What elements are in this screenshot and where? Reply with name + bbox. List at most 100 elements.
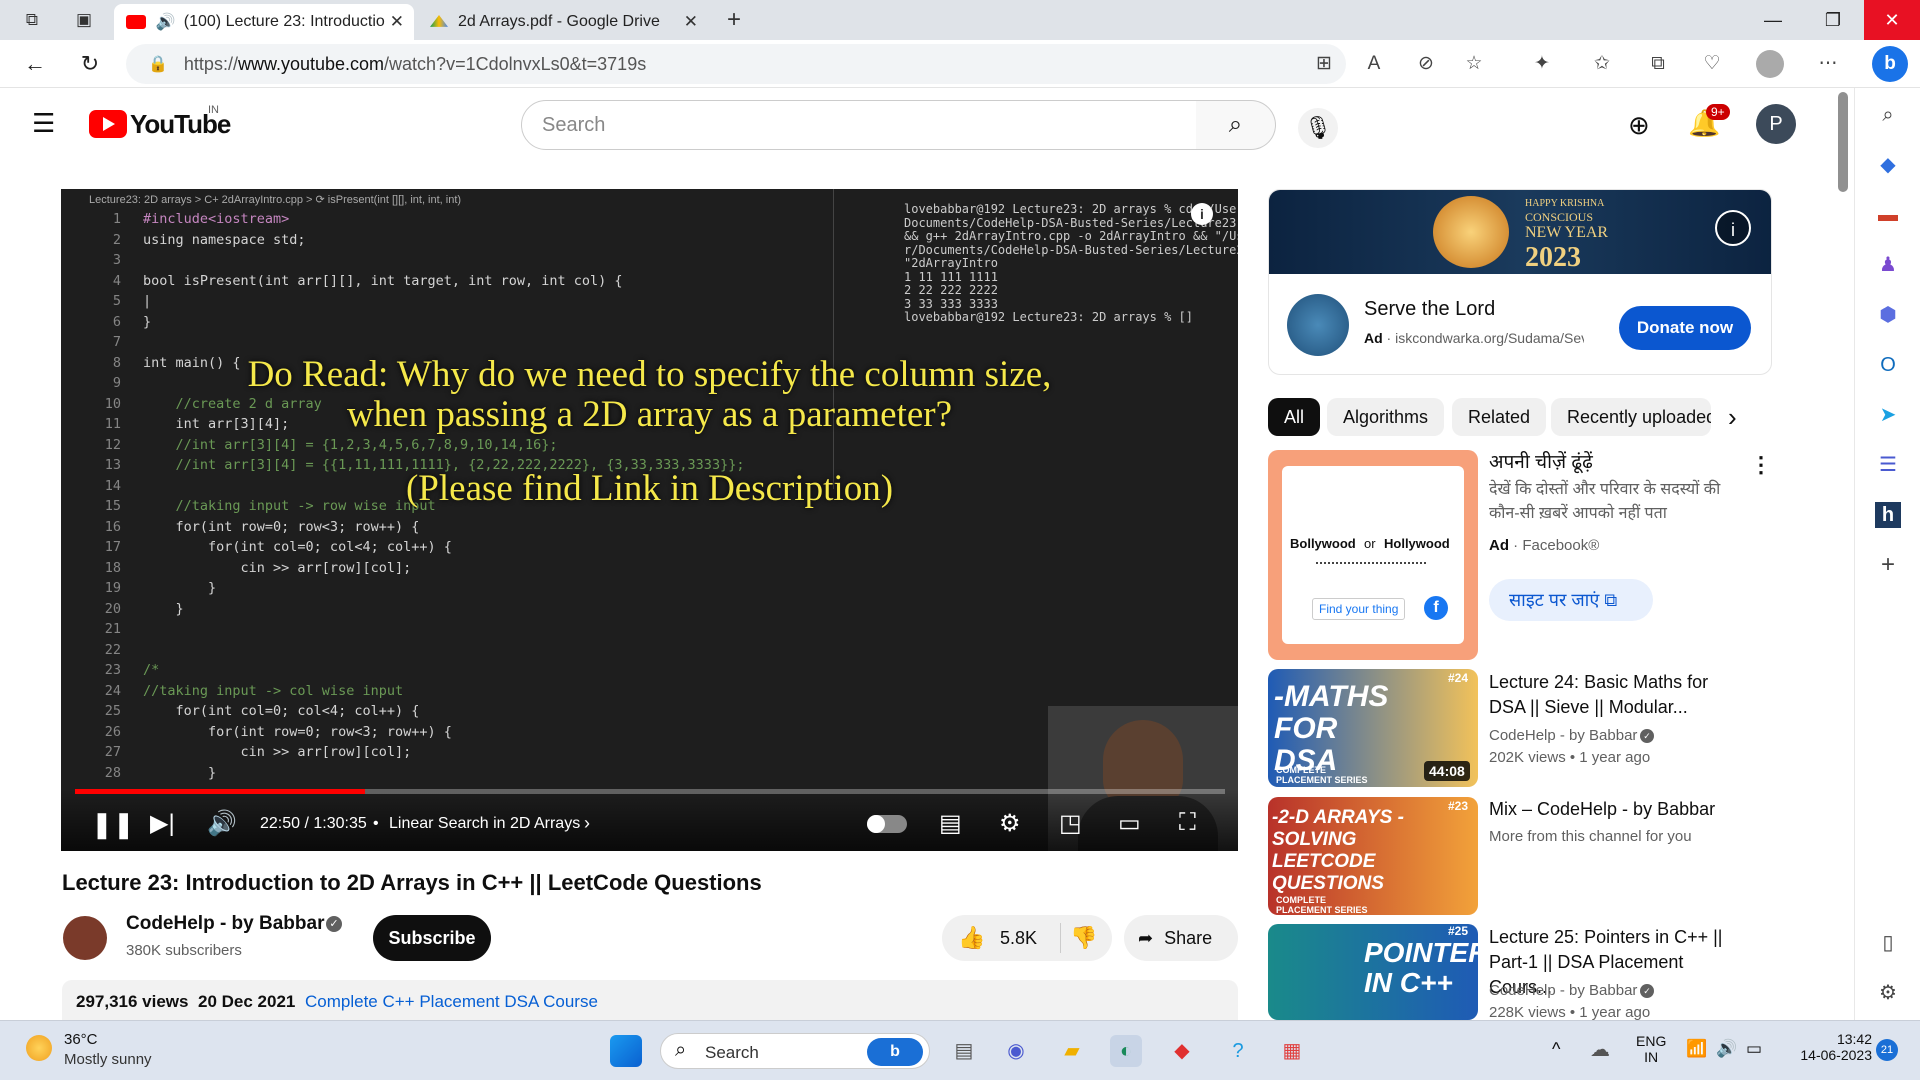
sun-weather-icon[interactable] — [26, 1035, 52, 1061]
ad-card[interactable]: HAPPY KRISHNA CONSCIOUS NEW YEAR 2023 i … — [1268, 189, 1772, 375]
favorite-star-icon[interactable]: ☆ — [1462, 52, 1486, 76]
apps-icon[interactable]: ⊞ — [1312, 52, 1336, 76]
more-vertical-icon[interactable]: ⋮ — [1750, 452, 1772, 478]
donate-button[interactable]: Donate now — [1619, 306, 1751, 350]
search-button[interactable]: ⌕ — [1196, 100, 1276, 150]
read-aloud-icon[interactable]: A — [1362, 52, 1386, 76]
close-window-icon[interactable]: ✕ — [1864, 0, 1920, 40]
onedrive-cloud-icon[interactable]: ☁ — [1590, 1037, 1610, 1062]
rec-channel-3[interactable]: CodeHelp - by Babbar — [1489, 982, 1637, 999]
rec-thumbnail-2[interactable]: -2-D ARRAYS -SOLVING LEETCODE QUESTIONS … — [1268, 797, 1478, 915]
games-icon[interactable]: ♟ — [1875, 252, 1901, 278]
subtitles-icon[interactable]: ▤ — [939, 809, 962, 838]
restore-icon[interactable]: ❐ — [1808, 0, 1858, 40]
ad2-visit-site-button[interactable]: साइट पर जाएं ⧉ — [1489, 579, 1653, 621]
youtube-logo-icon[interactable] — [89, 110, 127, 138]
refresh-icon[interactable]: ↻ — [77, 51, 103, 77]
channel-name[interactable]: CodeHelp - by Babbar — [126, 913, 324, 935]
chip-all[interactable]: All — [1268, 398, 1321, 436]
settings-gear-icon[interactable]: ⚙ — [999, 809, 1021, 838]
chip-algorithms[interactable]: Algorithms — [1327, 398, 1445, 436]
close-tab-icon[interactable]: ✕ — [684, 12, 698, 32]
help-icon[interactable]: ? — [1222, 1035, 1254, 1067]
page-scrollbar[interactable] — [1838, 92, 1848, 192]
send-icon[interactable]: ➤ — [1875, 402, 1901, 428]
share-button[interactable]: ➦ Share — [1124, 915, 1238, 961]
collections-icon[interactable]: ⧉ — [1646, 52, 1670, 76]
sidebar-toggle-icon[interactable]: ▯ — [1875, 930, 1901, 956]
thumbs-down-icon[interactable]: 👎 — [1070, 925, 1097, 951]
video-player[interactable]: Lecture23: 2D arrays > C+ 2dArrayIntro.c… — [61, 189, 1238, 851]
rec-title-1[interactable]: Lecture 24: Basic Maths for DSA || Sieve… — [1489, 670, 1739, 720]
teams-chat-icon[interactable]: ◉ — [1000, 1035, 1032, 1067]
volume-icon[interactable]: 🔊 — [207, 809, 237, 838]
autoplay-toggle[interactable] — [867, 815, 907, 833]
minimize-icon[interactable]: — — [1748, 0, 1798, 40]
windows-start-icon[interactable] — [610, 1035, 642, 1067]
like-count[interactable]: 5.8K — [1000, 928, 1037, 949]
hamburger-menu-icon[interactable]: ☰ — [32, 108, 55, 139]
search-icon[interactable]: ⌕ — [1875, 102, 1901, 128]
favorites-icon[interactable]: ✩ — [1590, 52, 1614, 76]
chip-recently-uploaded[interactable]: Recently uploaded — [1551, 398, 1711, 436]
theater-mode-icon[interactable]: ▭ — [1118, 809, 1141, 838]
language-indicator[interactable]: ENG IN — [1636, 1033, 1666, 1065]
profile-icon[interactable] — [1756, 50, 1784, 78]
rec-thumbnail-3[interactable]: POINTERS IN C++ #25 — [1268, 924, 1478, 1020]
task-view-icon[interactable]: ▤ — [948, 1035, 980, 1067]
more-icon[interactable]: ⋯ — [1816, 52, 1840, 76]
battery-icon[interactable]: ▭ — [1746, 1039, 1762, 1059]
ad2-title[interactable]: अपनी चीज़ें ढूंढ़ें — [1489, 450, 1593, 475]
chevron-right-icon[interactable]: › — [584, 813, 590, 834]
create-video-icon[interactable]: ⊕ — [1628, 110, 1650, 141]
miniplayer-icon[interactable]: ◳ — [1059, 809, 1082, 838]
chevron-up-icon[interactable]: ^ — [1552, 1039, 1560, 1060]
outlook-icon[interactable]: O — [1875, 352, 1901, 378]
extensions-icon[interactable]: ✦ — [1530, 52, 1554, 76]
thumbs-up-icon[interactable]: 👍 — [958, 925, 985, 951]
close-tab-icon[interactable]: ✕ — [390, 12, 404, 32]
description-box[interactable]: 297,316 views 20 Dec 2021 Complete C++ P… — [62, 980, 1238, 1020]
tools-briefcase-icon[interactable]: ▬ — [1875, 202, 1901, 228]
next-icon[interactable]: ▶| — [150, 809, 175, 838]
ad-info-icon[interactable]: i — [1715, 210, 1751, 246]
subscribe-button[interactable]: Subscribe — [373, 915, 491, 961]
back-icon[interactable]: ← — [22, 51, 48, 77]
rec-title-2[interactable]: Mix – CodeHelp - by Babbar — [1489, 797, 1739, 822]
playlist-link[interactable]: Complete C++ Placement DSA Course — [305, 992, 598, 1012]
search-input[interactable]: Search — [521, 100, 1197, 150]
microsoft365-icon[interactable]: ⬢ — [1875, 302, 1901, 328]
tab-drive[interactable]: 2d Arrays.pdf - Google Drive ✕ — [418, 4, 708, 40]
add-icon[interactable]: + — [1875, 552, 1901, 578]
list-icon[interactable]: ☰ — [1875, 452, 1901, 478]
weather-desc[interactable]: Mostly sunny — [64, 1051, 152, 1068]
bing-copilot-icon[interactable]: b — [1872, 46, 1908, 82]
ad2-thumbnail[interactable]: Bollywood or Hollywood Find your thing f — [1268, 450, 1478, 660]
chevron-right-icon[interactable]: › — [1728, 402, 1737, 433]
settings-gear-icon[interactable]: ⚙ — [1875, 980, 1901, 1006]
pause-icon[interactable]: ❚❚ — [91, 809, 135, 840]
weather-temp[interactable]: 36°C — [64, 1031, 98, 1048]
chapter-title[interactable]: Linear Search in 2D Arrays — [389, 815, 580, 833]
h-app-icon[interactable]: h — [1875, 502, 1901, 528]
notification-badge[interactable]: 21 — [1876, 1039, 1898, 1061]
shopping-tag-icon[interactable]: ◆ — [1875, 152, 1901, 178]
rec-channel-1[interactable]: CodeHelp - by Babbar — [1489, 727, 1637, 744]
workspaces-icon[interactable]: ⧉ — [20, 8, 44, 32]
chip-related[interactable]: Related — [1452, 398, 1547, 436]
performance-icon[interactable]: ♡ — [1700, 52, 1724, 76]
progress-bar[interactable] — [75, 789, 1225, 794]
fullscreen-icon[interactable]: ⛶ — [1179, 809, 1196, 837]
file-explorer-icon[interactable]: ▰ — [1056, 1035, 1088, 1067]
edge-browser-icon[interactable]: ◐ — [1110, 1035, 1142, 1067]
tab-youtube[interactable]: 🔊 (100) Lecture 23: Introductio ✕ — [114, 4, 414, 40]
volume-icon[interactable]: 🔊 — [1716, 1039, 1737, 1059]
channel-avatar[interactable] — [63, 916, 107, 960]
avatar[interactable]: P — [1756, 104, 1796, 144]
wifi-icon[interactable]: 📶 — [1686, 1039, 1707, 1059]
store-icon[interactable]: ▦ — [1276, 1035, 1308, 1067]
tab-actions-icon[interactable]: ▣ — [72, 8, 96, 32]
rec-thumbnail-1[interactable]: -MATHS FOR DSA COMPLETE PLACEMENT SERIES… — [1268, 669, 1478, 787]
voice-search-icon[interactable]: 🎙 — [1298, 108, 1338, 148]
taskbar-search-box[interactable]: ⌕ Search b — [660, 1033, 930, 1069]
